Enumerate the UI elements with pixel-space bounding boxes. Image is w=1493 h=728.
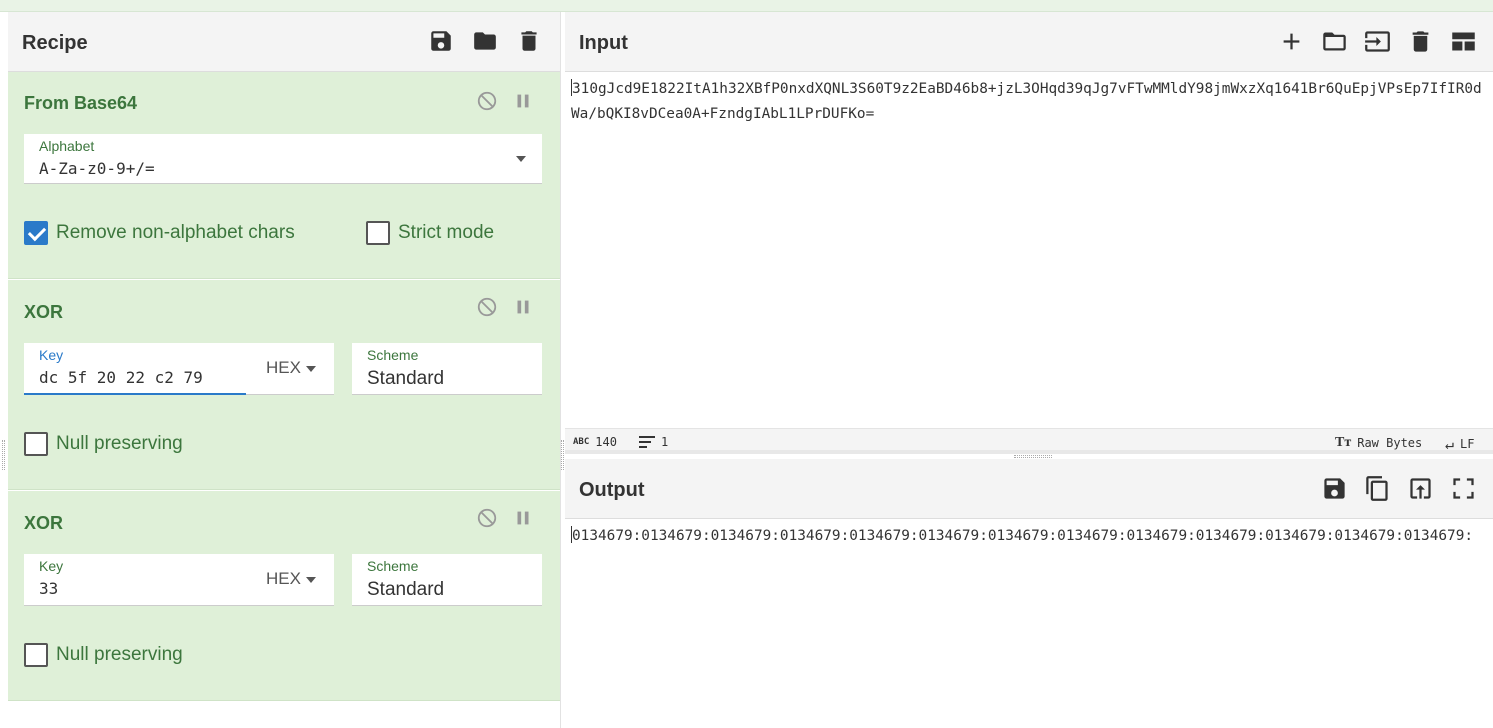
input-lines: 1 xyxy=(661,435,669,449)
eol-button[interactable]: ↵ LF xyxy=(1445,435,1474,453)
scheme-select[interactable]: Scheme Standard xyxy=(352,554,542,606)
checkbox-unchecked-icon[interactable] xyxy=(366,221,390,245)
key-format-label: HEX xyxy=(266,358,301,377)
encoding-button[interactable]: Tт Raw Bytes xyxy=(1335,435,1422,451)
key-value: 33 xyxy=(39,579,59,598)
key-format-label: HEX xyxy=(266,569,301,588)
reset-layout-icon[interactable] xyxy=(1450,28,1477,60)
top-banner xyxy=(0,0,1493,12)
null-preserving-label: Null preserving xyxy=(56,433,183,454)
output-text-area[interactable]: 0134679:0134679:0134679:0134679:0134679:… xyxy=(571,524,1489,549)
null-preserving-checkbox[interactable]: Null preserving xyxy=(24,643,183,667)
clear-recipe-trash-icon[interactable] xyxy=(516,28,542,59)
alphabet-label: Alphabet xyxy=(39,138,95,154)
strict-mode-label: Strict mode xyxy=(398,222,495,243)
pause-operation-icon[interactable] xyxy=(512,90,534,117)
input-text: 310gJcd9E1822ItA1h32XBfP0nxdXQNL3S60T9z2… xyxy=(571,81,1482,122)
output-title: Output xyxy=(579,479,645,501)
clear-input-trash-icon[interactable] xyxy=(1407,28,1434,60)
key-format-dropdown[interactable]: HEX xyxy=(246,343,334,395)
load-recipe-folder-icon[interactable] xyxy=(472,28,498,59)
operation-xor-1: XOR Key dc 5f 20 22 c2 79 HEX Scheme Sta… xyxy=(8,280,560,490)
xor-key-input[interactable]: Key dc 5f 20 22 c2 79 xyxy=(24,343,246,395)
save-output-icon[interactable] xyxy=(1321,475,1348,507)
resize-handle[interactable] xyxy=(2,440,5,470)
operation-from-base64: From Base64 Alphabet A-Za-z0-9+/= Remove… xyxy=(8,72,560,279)
operation-title: XOR xyxy=(24,302,64,322)
input-header: Input xyxy=(565,12,1493,72)
checkbox-unchecked-icon[interactable] xyxy=(24,432,48,456)
replace-input-with-output-icon[interactable] xyxy=(1407,475,1434,507)
input-text-area[interactable]: 310gJcd9E1822ItA1h32XBfP0nxdXQNL3S60T9z2… xyxy=(571,77,1489,127)
xor-key-input[interactable]: Key 33 xyxy=(24,554,246,606)
strict-mode-checkbox[interactable]: Strict mode xyxy=(366,221,494,245)
scheme-value: Standard xyxy=(367,368,445,389)
save-recipe-icon[interactable] xyxy=(428,28,454,59)
recipe-header: Recipe xyxy=(8,12,560,72)
input-status-bar: ABC 140 1 Tт Raw Bytes ↵ LF xyxy=(565,428,1493,454)
null-preserving-checkbox[interactable]: Null preserving xyxy=(24,432,183,456)
lines-icon xyxy=(639,436,655,448)
chevron-down-icon xyxy=(306,366,316,372)
eol-label: LF xyxy=(1460,437,1475,451)
scheme-label: Scheme xyxy=(367,558,419,574)
resize-handle[interactable] xyxy=(1014,455,1052,458)
null-preserving-label: Null preserving xyxy=(56,644,183,665)
checkbox-unchecked-icon[interactable] xyxy=(24,643,48,667)
alphabet-select[interactable]: Alphabet A-Za-z0-9+/= xyxy=(24,134,542,184)
scheme-value: Standard xyxy=(367,579,445,600)
add-input-tab-icon[interactable] xyxy=(1278,28,1305,60)
operation-title: XOR xyxy=(24,513,64,533)
remove-non-alphabet-checkbox[interactable]: Remove non-alphabet chars xyxy=(24,221,295,245)
chevron-down-icon xyxy=(306,577,316,583)
input-length: 140 xyxy=(595,435,617,449)
output-text: 0134679:0134679:0134679:0134679:0134679:… xyxy=(572,528,1474,544)
scheme-select[interactable]: Scheme Standard xyxy=(352,343,542,395)
maximize-output-icon[interactable] xyxy=(1450,475,1477,507)
recipe-panel: Recipe From Base64 Alphabet A-Za-z0-9+/=… xyxy=(0,12,561,728)
pause-operation-icon[interactable] xyxy=(512,507,534,534)
operation-title: From Base64 xyxy=(24,93,138,113)
open-folder-icon[interactable] xyxy=(1321,28,1348,60)
recipe-title: Recipe xyxy=(22,32,88,54)
operation-xor-2: XOR Key 33 HEX Scheme Standard Null pres… xyxy=(8,491,560,701)
open-file-icon[interactable] xyxy=(1364,28,1391,60)
return-arrow-icon: ↵ xyxy=(1445,435,1455,453)
input-length-indicator: ABC 140 xyxy=(573,435,617,449)
text-encoding-icon: Tт xyxy=(1335,435,1352,450)
input-lines-indicator: 1 xyxy=(639,435,668,449)
resize-handle[interactable] xyxy=(561,440,564,470)
key-label: Key xyxy=(39,347,64,363)
encoding-label: Raw Bytes xyxy=(1357,436,1423,450)
key-label: Key xyxy=(39,558,64,574)
chevron-down-icon xyxy=(516,156,526,162)
alphabet-value: A-Za-z0-9+/= xyxy=(39,159,155,178)
key-format-dropdown[interactable]: HEX xyxy=(246,554,334,606)
scheme-label: Scheme xyxy=(367,347,419,363)
copy-output-icon[interactable] xyxy=(1364,475,1391,507)
checkbox-checked-icon[interactable] xyxy=(24,221,48,245)
abc-length-icon: ABC xyxy=(573,437,590,447)
output-header: Output xyxy=(565,459,1493,519)
input-title: Input xyxy=(579,32,628,54)
disable-operation-icon[interactable] xyxy=(476,296,498,323)
disable-operation-icon[interactable] xyxy=(476,90,498,117)
key-value: dc 5f 20 22 c2 79 xyxy=(39,368,203,387)
disable-operation-icon[interactable] xyxy=(476,507,498,534)
pause-operation-icon[interactable] xyxy=(512,296,534,323)
remove-non-alphabet-label: Remove non-alphabet chars xyxy=(56,222,295,243)
